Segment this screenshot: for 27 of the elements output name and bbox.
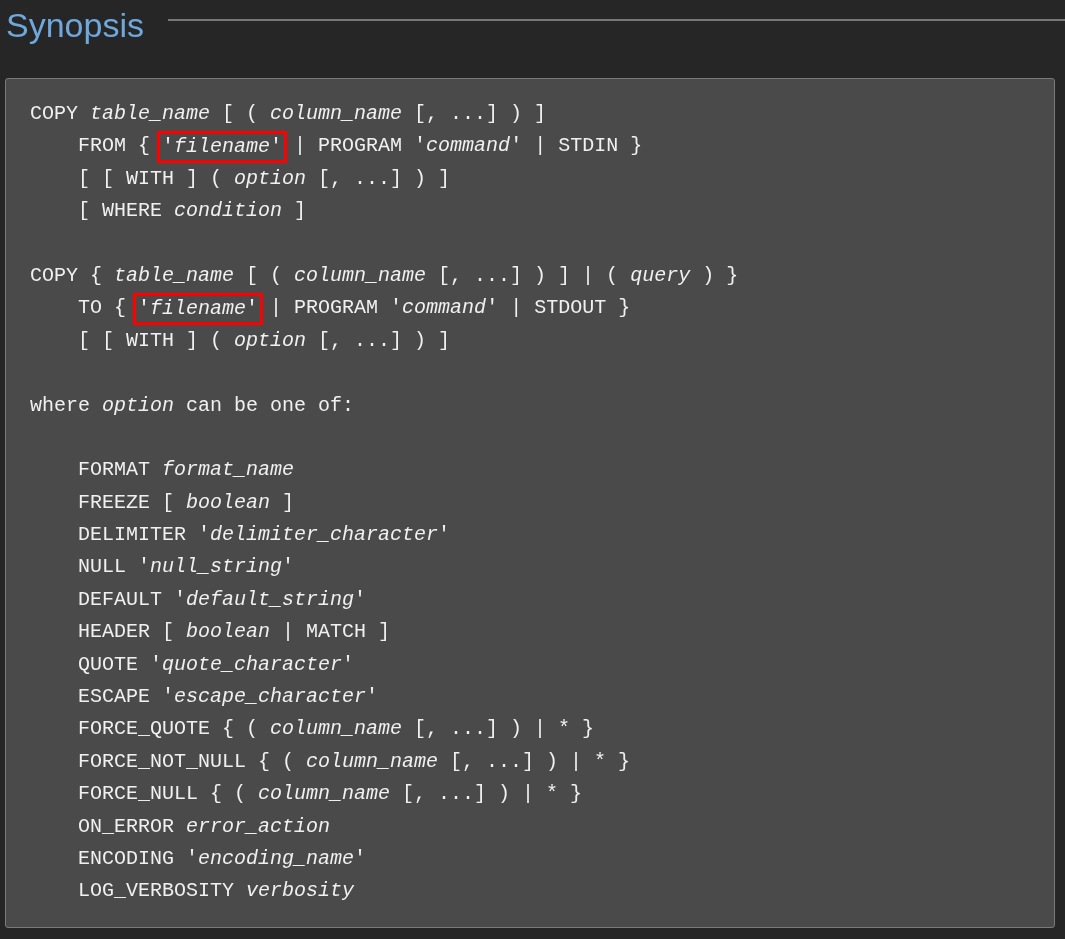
code-text: | PROGRAM 'command' | STDOUT } — [269, 295, 631, 322]
code-text: [ [ WITH ] ( option [, ...] ) ] — [77, 327, 451, 354]
code-text: where option can be one of: — [30, 392, 355, 419]
highlighted-text: 'filename' — [133, 292, 264, 325]
highlighted-text: 'filename' — [157, 130, 288, 163]
code-text: ENCODING 'encoding_name' — [77, 846, 367, 872]
code-text: TO { — [77, 295, 127, 322]
code-text: FORMAT format_name — [77, 457, 295, 484]
code-text: FROM { — [77, 133, 152, 160]
code-text: | PROGRAM 'command' | STDIN } — [293, 133, 643, 160]
code-text: [ WHERE condition ] — [77, 198, 307, 225]
code-text: DELIMITER 'delimiter_character' — [77, 522, 451, 549]
section-heading: Synopsis — [6, 8, 144, 42]
code-text: DEFAULT 'default_string' — [77, 586, 367, 613]
code-text: [ [ WITH ] ( option [, ...] ) ] — [77, 165, 451, 192]
code-text: QUOTE 'quote_character' — [77, 651, 355, 678]
code-text: ON_ERROR error_action — [77, 813, 331, 840]
code-text: HEADER [ boolean | MATCH ] — [77, 619, 391, 646]
code-text: FORCE_NULL { ( column_name [, ...] ) | * } — [77, 781, 583, 808]
code-text: COPY table_name [ ( column_name [, ...] ) ] — [30, 101, 547, 127]
code-text: COPY { table_name [ ( column_name [, ...] ) ] | ( query ) } — [30, 262, 739, 289]
code-text: FORCE_NOT_NULL { ( column_name [, ...] ) | * } — [77, 748, 631, 775]
code-text: FORCE_QUOTE { ( column_name [, ...] ) | * } — [77, 716, 595, 743]
code-text: NULL 'null_string' — [77, 554, 295, 581]
code-text: ESCAPE 'escape_character' — [77, 684, 379, 711]
code-text: LOG_VERBOSITY verbosity — [77, 878, 355, 905]
code-text: FREEZE [ boolean ] — [77, 489, 295, 516]
